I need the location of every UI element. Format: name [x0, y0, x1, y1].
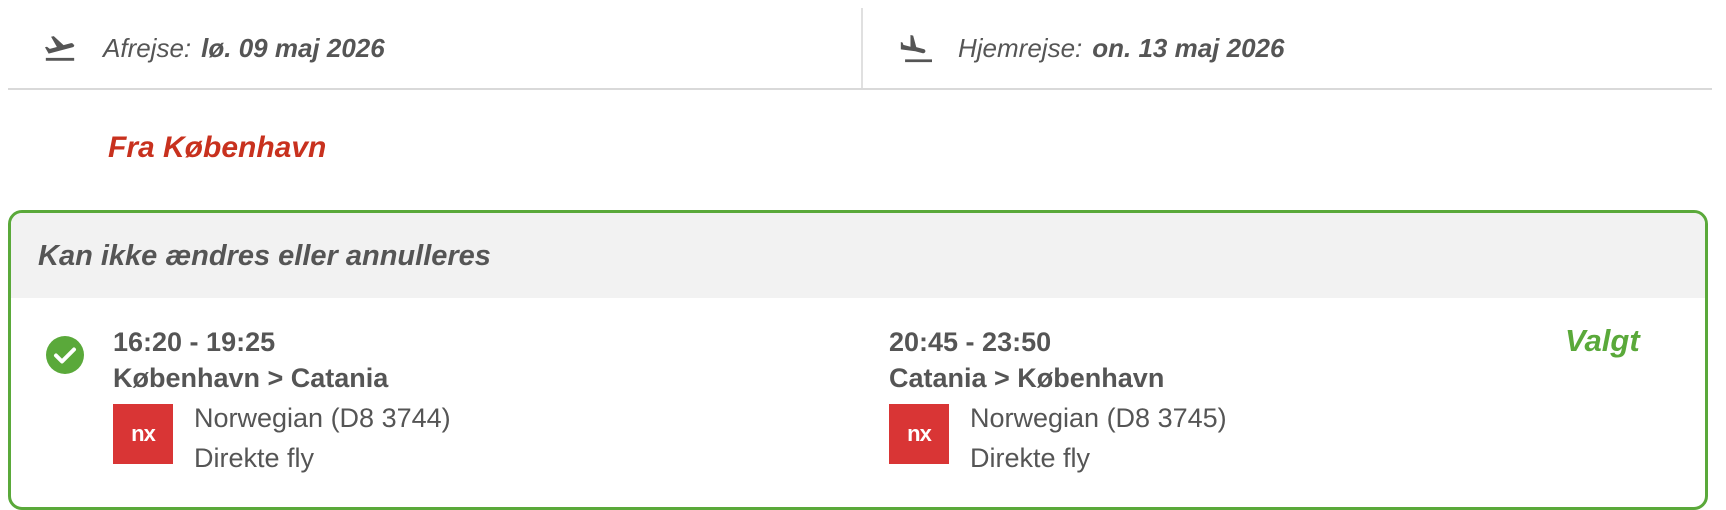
outbound-date[interactable]: Afrejse: lø. 09 maj 2026	[43, 8, 385, 88]
return-date-value: on. 13 maj 2026	[1092, 32, 1285, 63]
card-header: Kan ikke ændres eller annulleres	[11, 213, 1705, 298]
section-title: Fra København	[108, 131, 327, 164]
airline-logo: nx	[113, 404, 173, 464]
return-flight-type: Direkte fly	[970, 443, 1091, 473]
plane-arrival-icon	[900, 34, 932, 63]
outbound-leg: 16:20 - 19:25 København > Catania nx Nor…	[113, 324, 713, 480]
return-route: Catania > København	[889, 363, 1165, 393]
return-carrier-name: Norwegian (D8 3745)	[970, 403, 1227, 433]
travel-dates-bar: Afrejse: lø. 09 maj 2026 Hjemrejse: on. …	[8, 8, 1712, 90]
fare-conditions: Kan ikke ændres eller annulleres	[38, 240, 491, 272]
outbound-date-value: lø. 09 maj 2026	[201, 32, 385, 63]
selected-status: Valgt	[1565, 323, 1640, 358]
return-carrier: nx Norwegian (D8 3745) Direkte fly	[889, 400, 1489, 480]
date-divider	[861, 8, 863, 88]
return-date-label: Hjemrejse:	[958, 32, 1083, 63]
outbound-carrier: nx Norwegian (D8 3744) Direkte fly	[113, 400, 713, 480]
plane-departure-icon	[44, 36, 75, 61]
check-circle-icon	[46, 336, 84, 374]
return-time: 20:45 - 23:50	[889, 327, 1052, 357]
outbound-carrier-name: Norwegian (D8 3744)	[194, 403, 451, 433]
outbound-route: København > Catania	[113, 363, 389, 393]
outbound-time: 16:20 - 19:25	[113, 327, 276, 357]
airline-logo: nx	[889, 404, 949, 464]
flight-option-card[interactable]: Kan ikke ændres eller annulleres 16:20 -…	[8, 210, 1708, 510]
return-date[interactable]: Hjemrejse: on. 13 maj 2026	[898, 8, 1284, 88]
return-leg: 20:45 - 23:50 Catania > København nx Nor…	[889, 324, 1489, 480]
outbound-flight-type: Direkte fly	[194, 443, 315, 473]
outbound-date-label: Afrejse:	[103, 32, 192, 63]
